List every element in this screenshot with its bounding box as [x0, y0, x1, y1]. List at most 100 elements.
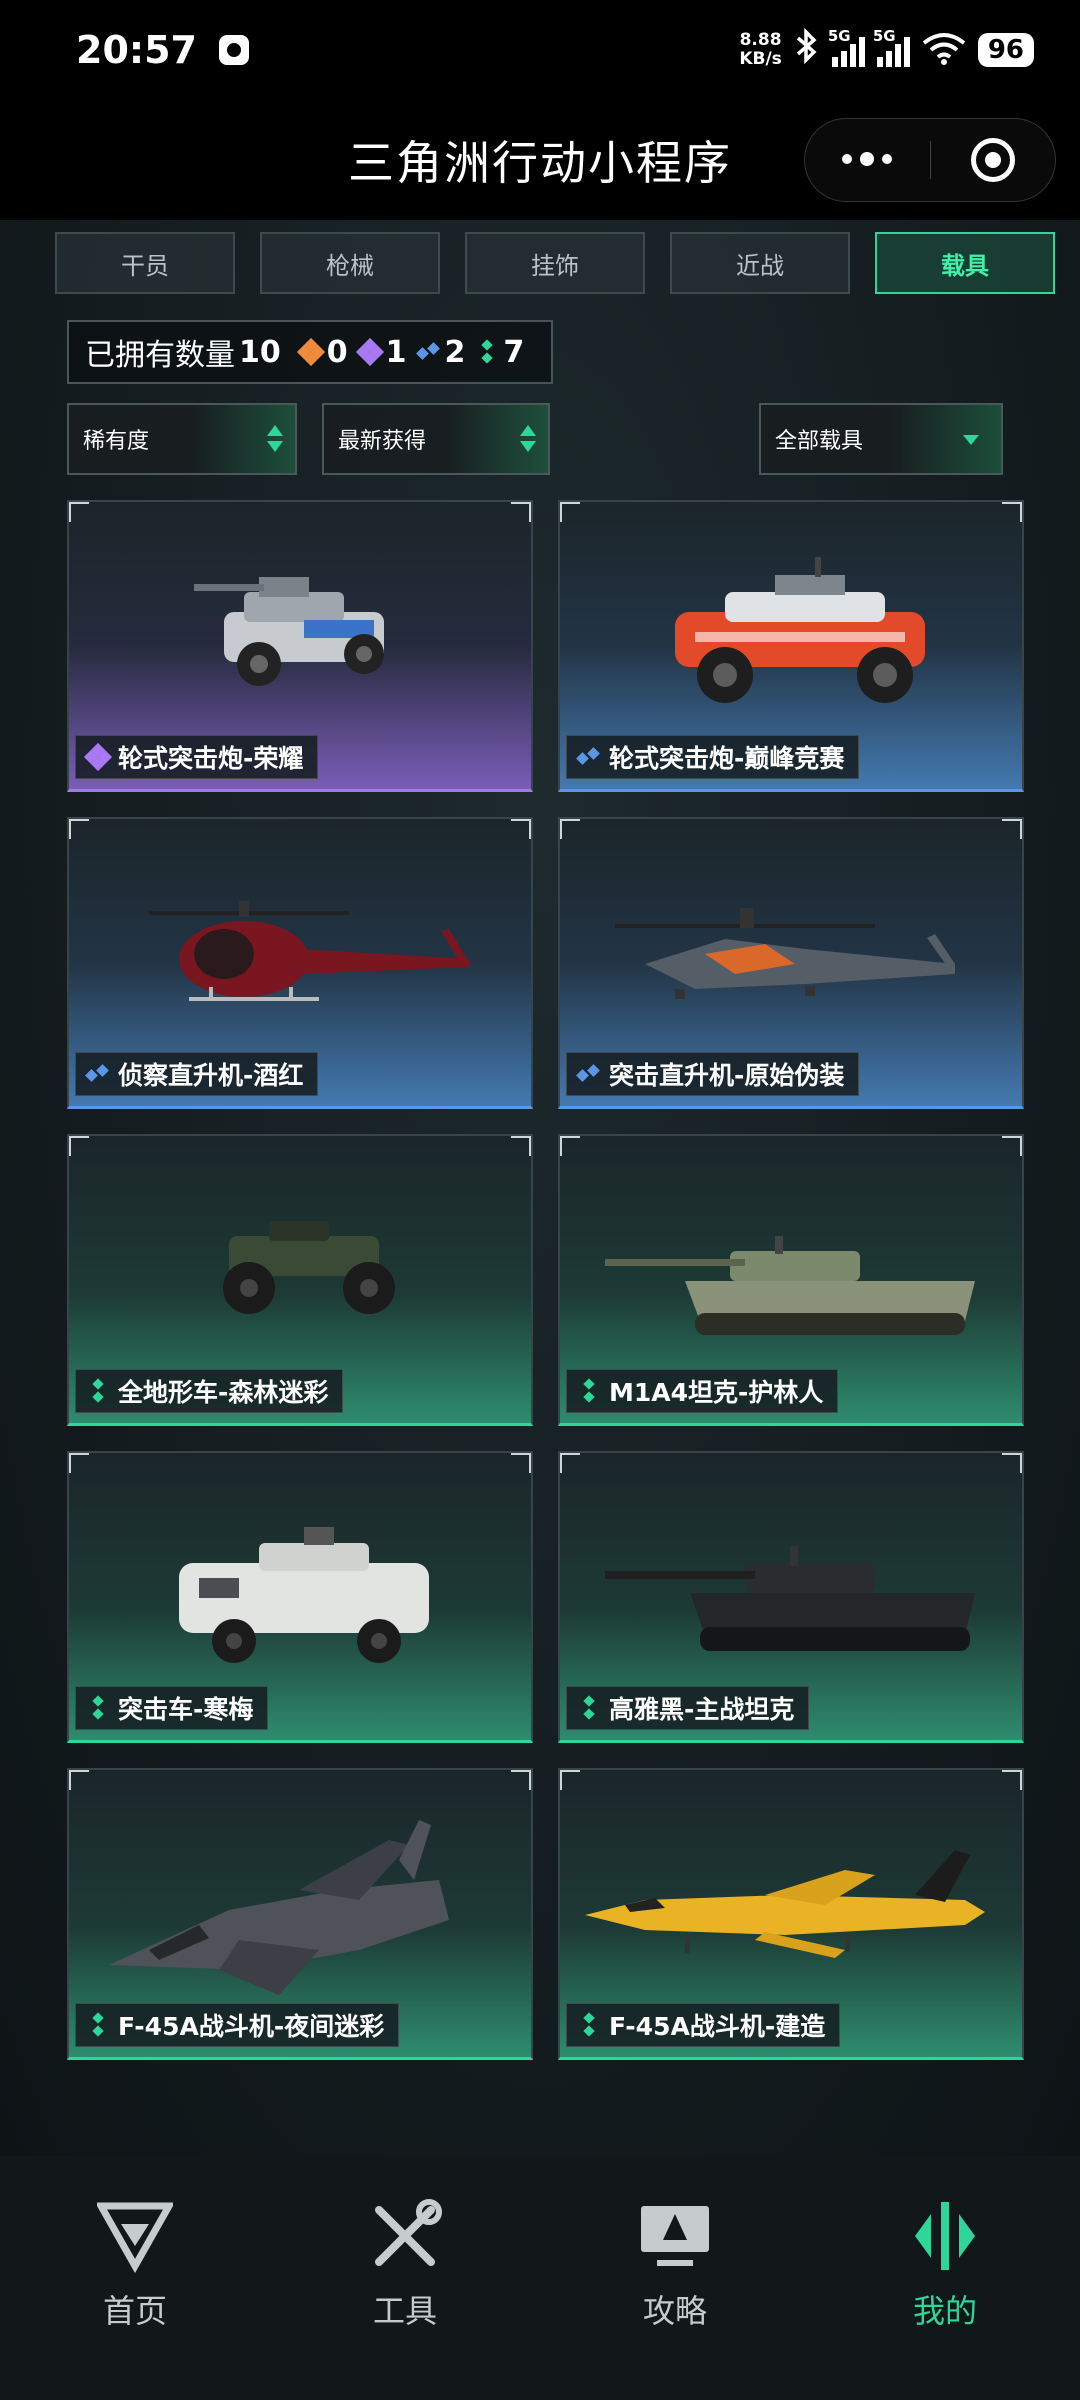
signal-icon-sim2: 5G: [873, 27, 910, 67]
green-rarity-icon: [86, 1378, 110, 1403]
vehicle-grid: 轮式突击炮-荣耀 轮式突击炮-巅峰竞赛 侦察直升机-酒红 突击直升机-原始伪装 …: [67, 500, 1024, 2060]
vehicle-card[interactable]: 突击直升机-原始伪装: [558, 817, 1024, 1109]
count-blue: 2: [415, 334, 466, 370]
tab-vehicles[interactable]: 载具: [875, 232, 1055, 294]
tools-icon: [375, 2199, 442, 2266]
orange-rarity-icon: [296, 337, 325, 367]
vehicle-category-label: 全部载具: [775, 429, 864, 454]
vehicle-card[interactable]: 轮式突击炮-荣耀: [67, 500, 533, 792]
vehicle-name-tag: 全地形车-森林迷彩: [75, 1369, 344, 1413]
sort-arrows-icon: [520, 425, 536, 455]
tab-charms[interactable]: 挂饰: [465, 232, 645, 294]
guide-screen-icon: [641, 2206, 709, 2266]
owned-count-total: 10: [239, 334, 281, 370]
vehicle-name-tag: 突击直升机-原始伪装: [566, 1052, 860, 1096]
vehicle-name: F-45A战斗机-夜间迷彩: [118, 2012, 385, 2041]
purple-rarity-icon: [83, 742, 113, 772]
battery-icon: 96: [977, 33, 1034, 67]
green-rarity-icon: [86, 2012, 110, 2037]
blue-rarity-icon: [576, 745, 601, 769]
tab-operators[interactable]: 干员: [55, 232, 235, 294]
blue-rarity-icon: [415, 340, 441, 364]
mini-program-capsule: [804, 118, 1056, 202]
vehicle-name: 轮式突击炮-荣耀: [118, 744, 304, 773]
target-close-icon[interactable]: [931, 138, 1056, 182]
dropdown-arrow-icon: [963, 435, 979, 445]
title-bar: 三角洲行动小程序: [0, 100, 1080, 220]
count-orange-value: 0: [326, 334, 348, 370]
vehicle-name-tag: 高雅黑-主战坦克: [566, 1686, 810, 1730]
tab-firearms[interactable]: 枪械: [260, 232, 440, 294]
home-logo-icon: [97, 2202, 173, 2274]
vehicle-card[interactable]: F-45A战斗机-建造: [558, 1768, 1024, 2060]
nav-tools[interactable]: 工具: [305, 2198, 505, 2400]
vehicle-name-tag: 轮式突击炮-荣耀: [75, 735, 319, 779]
vehicle-name-tag: F-45A战斗机-建造: [566, 2003, 841, 2047]
owned-count-label: 已拥有数量: [85, 338, 235, 373]
vehicle-name-tag: F-45A战斗机-夜间迷彩: [75, 2003, 400, 2047]
vehicle-name: 侦察直升机-酒红: [118, 1061, 304, 1090]
vehicle-name-tag: 侦察直升机-酒红: [75, 1052, 319, 1096]
nav-home-label: 首页: [102, 2292, 167, 2330]
green-rarity-icon: [475, 339, 499, 364]
sim2-label: 5G: [872, 27, 896, 45]
blue-rarity-icon: [576, 1062, 601, 1086]
vehicle-card[interactable]: 轮式突击炮-巅峰竞赛: [558, 500, 1024, 792]
count-green-value: 7: [503, 334, 525, 370]
nav-tools-label: 工具: [372, 2292, 437, 2330]
vehicle-card[interactable]: 高雅黑-主战坦克: [558, 1451, 1024, 1743]
recent-sort-button[interactable]: 最新获得: [322, 403, 550, 475]
vehicle-name-tag: M1A4坦克-护林人: [566, 1369, 839, 1413]
profile-logo-icon: [915, 2202, 975, 2270]
vehicle-name: 高雅黑-主战坦克: [609, 1695, 795, 1724]
vehicle-name: F-45A战斗机-建造: [609, 2012, 826, 2041]
bottom-navigation: 首页 工具 攻略 我的: [0, 2156, 1080, 2400]
recent-sort-label: 最新获得: [338, 429, 427, 454]
rarity-sort-button[interactable]: 稀有度: [67, 403, 297, 475]
count-orange: 0: [296, 334, 348, 370]
network-speed-unit: KB/s: [739, 49, 782, 69]
vehicle-category-dropdown[interactable]: 全部载具: [759, 403, 1003, 475]
count-purple: 1: [355, 334, 407, 370]
vehicle-card[interactable]: M1A4坦克-护林人: [558, 1134, 1024, 1426]
blue-rarity-icon: [85, 1062, 110, 1086]
network-speed: 8.88 KB/s: [739, 31, 781, 69]
vehicle-card[interactable]: F-45A战斗机-夜间迷彩: [67, 1768, 533, 2060]
category-tabs: 干员 枪械 挂饰 近战 载具: [55, 232, 1055, 294]
sort-arrows-icon: [267, 425, 283, 455]
nav-home[interactable]: 首页: [35, 2198, 235, 2400]
bluetooth-icon: [794, 27, 820, 72]
vehicle-name: 全地形车-森林迷彩: [118, 1378, 329, 1407]
green-rarity-icon: [577, 1695, 601, 1720]
status-bar: 20:57 8.88 KB/s 5G 5G 96: [0, 0, 1080, 100]
green-rarity-icon: [577, 1378, 601, 1403]
status-time: 20:57: [76, 28, 197, 72]
nav-profile-label: 我的: [912, 2292, 977, 2330]
vehicle-card[interactable]: 侦察直升机-酒红: [67, 817, 533, 1109]
network-speed-value: 8.88: [739, 30, 782, 50]
nav-guide-label: 攻略: [642, 2292, 707, 2330]
count-blue-value: 2: [444, 334, 466, 370]
vehicle-name: 突击直升机-原始伪装: [609, 1061, 845, 1090]
vehicle-name-tag: 突击车-寒梅: [75, 1686, 269, 1730]
nav-guide[interactable]: 攻略: [575, 2198, 775, 2400]
vehicle-name: 突击车-寒梅: [118, 1695, 254, 1724]
tab-melee[interactable]: 近战: [670, 232, 850, 294]
vehicle-name-tag: 轮式突击炮-巅峰竞赛: [566, 735, 860, 779]
vehicle-card[interactable]: 全地形车-森林迷彩: [67, 1134, 533, 1426]
app-notification-icon: [218, 35, 249, 65]
rarity-sort-label: 稀有度: [83, 429, 150, 454]
page-title: 三角洲行动小程序: [348, 136, 732, 190]
vehicle-name: M1A4坦克-护林人: [609, 1378, 824, 1407]
count-purple-value: 1: [385, 334, 407, 370]
signal-icon-sim1: 5G: [828, 27, 865, 67]
collection-content: 干员 枪械 挂饰 近战 载具 已拥有数量 10 0 1 2 7 稀有度 最新获得: [0, 220, 1080, 2156]
count-green: 7: [475, 335, 524, 370]
owned-count-bar: 已拥有数量 10 0 1 2 7: [67, 320, 553, 384]
purple-rarity-icon: [355, 337, 384, 367]
vehicle-name: 轮式突击炮-巅峰竞赛: [609, 744, 845, 773]
vehicle-card[interactable]: 突击车-寒梅: [67, 1451, 533, 1743]
nav-profile[interactable]: 我的: [845, 2198, 1045, 2400]
wifi-icon: [922, 31, 966, 69]
more-dots-icon[interactable]: [805, 152, 930, 166]
